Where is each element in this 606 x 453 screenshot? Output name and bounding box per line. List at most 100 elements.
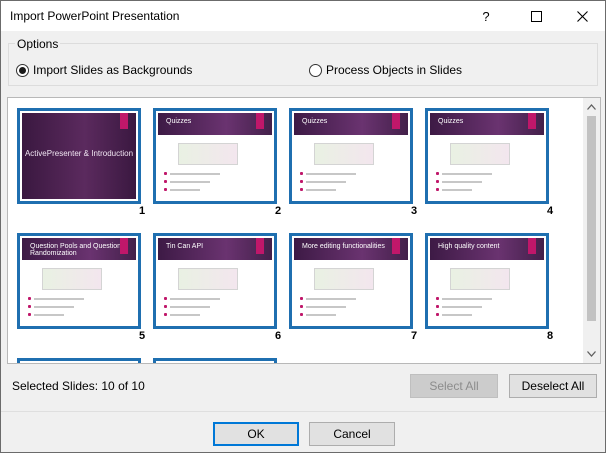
slide-preview: Quizzes (158, 113, 272, 199)
slide-text-line (306, 173, 356, 175)
slide-bullet (164, 172, 167, 175)
slide-text-line (170, 298, 220, 300)
slide-thumbnail-5[interactable]: Question Pools and Question Randomizatio… (17, 233, 141, 329)
options-legend: Options (15, 37, 61, 51)
slide-title: Quizzes (302, 118, 328, 125)
slide-number: 2 (275, 205, 282, 217)
slide-bullet (436, 305, 439, 308)
slide-text-line (34, 298, 84, 300)
radio-import-backgrounds[interactable]: Import Slides as Backgrounds (16, 62, 192, 78)
slide-header: Quizzes (430, 113, 544, 135)
slide-number: 3 (411, 205, 418, 217)
slide-thumbnail-8[interactable]: High quality content (425, 233, 549, 329)
slide-number: 8 (547, 330, 554, 342)
close-icon (576, 10, 588, 22)
slide-text-line (442, 173, 492, 175)
slide-bullet (436, 172, 439, 175)
slide-accent-tag (256, 113, 264, 129)
slide-text-line (170, 189, 200, 191)
slide-title: High quality content (438, 243, 500, 250)
slide-number: 1 (139, 205, 146, 217)
close-button[interactable] (559, 1, 605, 31)
help-icon: ? (482, 8, 490, 24)
slide-title: Quizzes (166, 118, 192, 125)
dialog-footer (1, 411, 605, 452)
scroll-down-icon[interactable] (586, 348, 597, 359)
slide-title: Tin Can API (166, 243, 204, 250)
cancel-button[interactable]: Cancel (309, 422, 395, 446)
scrollbar-thumb[interactable] (587, 116, 596, 321)
slide-bullet (28, 297, 31, 300)
slide-thumbnail-7[interactable]: More editing functionalities (289, 233, 413, 329)
maximize-button[interactable] (513, 1, 559, 31)
slide-preview: Question Pools and Question Randomizatio… (22, 238, 136, 324)
selected-slides-count: Selected Slides: 10 of 10 (12, 379, 145, 393)
slide-bullet (436, 188, 439, 191)
slide-graphic (450, 268, 510, 290)
slide-graphic (42, 268, 102, 290)
radio-label-objects: Process Objects in Slides (326, 63, 463, 77)
slide-accent-tag (256, 238, 264, 254)
slide-thumbnail-2[interactable]: Quizzes (153, 108, 277, 204)
title-bar[interactable]: Import PowerPoint Presentation ? (1, 1, 605, 31)
slide-accent-tag (392, 113, 400, 129)
slide-accent-tag (392, 238, 400, 254)
slide-bullet (300, 305, 303, 308)
slide-thumbnail-1[interactable]: ActivePresenter & Introduction (17, 108, 141, 204)
radio-button-unchecked[interactable] (309, 63, 322, 77)
slide-graphic (450, 143, 510, 165)
slide-preview: Quizzes (430, 113, 544, 199)
slide-text-line (34, 306, 74, 308)
ok-button[interactable]: OK (213, 422, 299, 446)
slide-text-line (442, 306, 482, 308)
slide-number: 7 (411, 330, 418, 342)
scroll-up-icon[interactable] (586, 101, 597, 112)
radio-button-checked[interactable] (16, 63, 29, 77)
slide-bullet (164, 180, 167, 183)
slide-accent-tag (120, 113, 128, 129)
slide-header: Tin Can API (158, 238, 272, 260)
slide-number: 6 (275, 330, 282, 342)
slide-accent-tag (528, 113, 536, 129)
slide-number: 4 (547, 205, 554, 217)
slide-graphic (314, 143, 374, 165)
slide-accent-tag (528, 238, 536, 254)
slide-text-line (306, 314, 336, 316)
slide-title: More editing functionalities (302, 243, 385, 250)
slide-preview: More editing functionalities (294, 238, 408, 324)
slide-thumbnail-4[interactable]: Quizzes (425, 108, 549, 204)
slide-text-line (306, 306, 346, 308)
slide-text-line (442, 298, 492, 300)
slide-bullet (28, 305, 31, 308)
slide-thumbnail-3[interactable]: Quizzes (289, 108, 413, 204)
slide-text-line (442, 181, 482, 183)
slide-preview: Tin Can API (158, 238, 272, 324)
slide-thumbnail-partial[interactable] (17, 358, 141, 363)
slide-header: High quality content (430, 238, 544, 260)
slide-accent-tag (120, 238, 128, 254)
radio-process-objects[interactable]: Process Objects in Slides (309, 62, 462, 78)
slide-bullet (436, 180, 439, 183)
help-button[interactable]: ? (463, 1, 509, 31)
maximize-icon (530, 10, 542, 22)
slide-number: 5 (139, 330, 146, 342)
slides-panel: ActivePresenter & Introduction 1 Quizzes 2 Q… (7, 97, 601, 364)
slide-bullet (436, 313, 439, 316)
slide-bullet (164, 188, 167, 191)
slide-graphic (314, 268, 374, 290)
slide-preview: ActivePresenter & Introduction (22, 113, 136, 199)
import-dialog: Import PowerPoint Presentation ? Options… (0, 0, 606, 453)
slide-text-line (170, 306, 210, 308)
vertical-scrollbar[interactable] (583, 98, 600, 363)
slide-text-line (306, 181, 346, 183)
deselect-all-button[interactable]: Deselect All (509, 374, 597, 398)
slide-thumbnail-partial[interactable] (153, 358, 277, 363)
slide-header: Question Pools and Question Randomizatio… (22, 238, 136, 260)
slide-preview: High quality content (430, 238, 544, 324)
select-all-button[interactable]: Select All (410, 374, 498, 398)
slide-bullet (436, 297, 439, 300)
slide-text-line (306, 298, 356, 300)
slide-bullet (164, 297, 167, 300)
slide-bullet (164, 313, 167, 316)
slide-thumbnail-6[interactable]: Tin Can API (153, 233, 277, 329)
